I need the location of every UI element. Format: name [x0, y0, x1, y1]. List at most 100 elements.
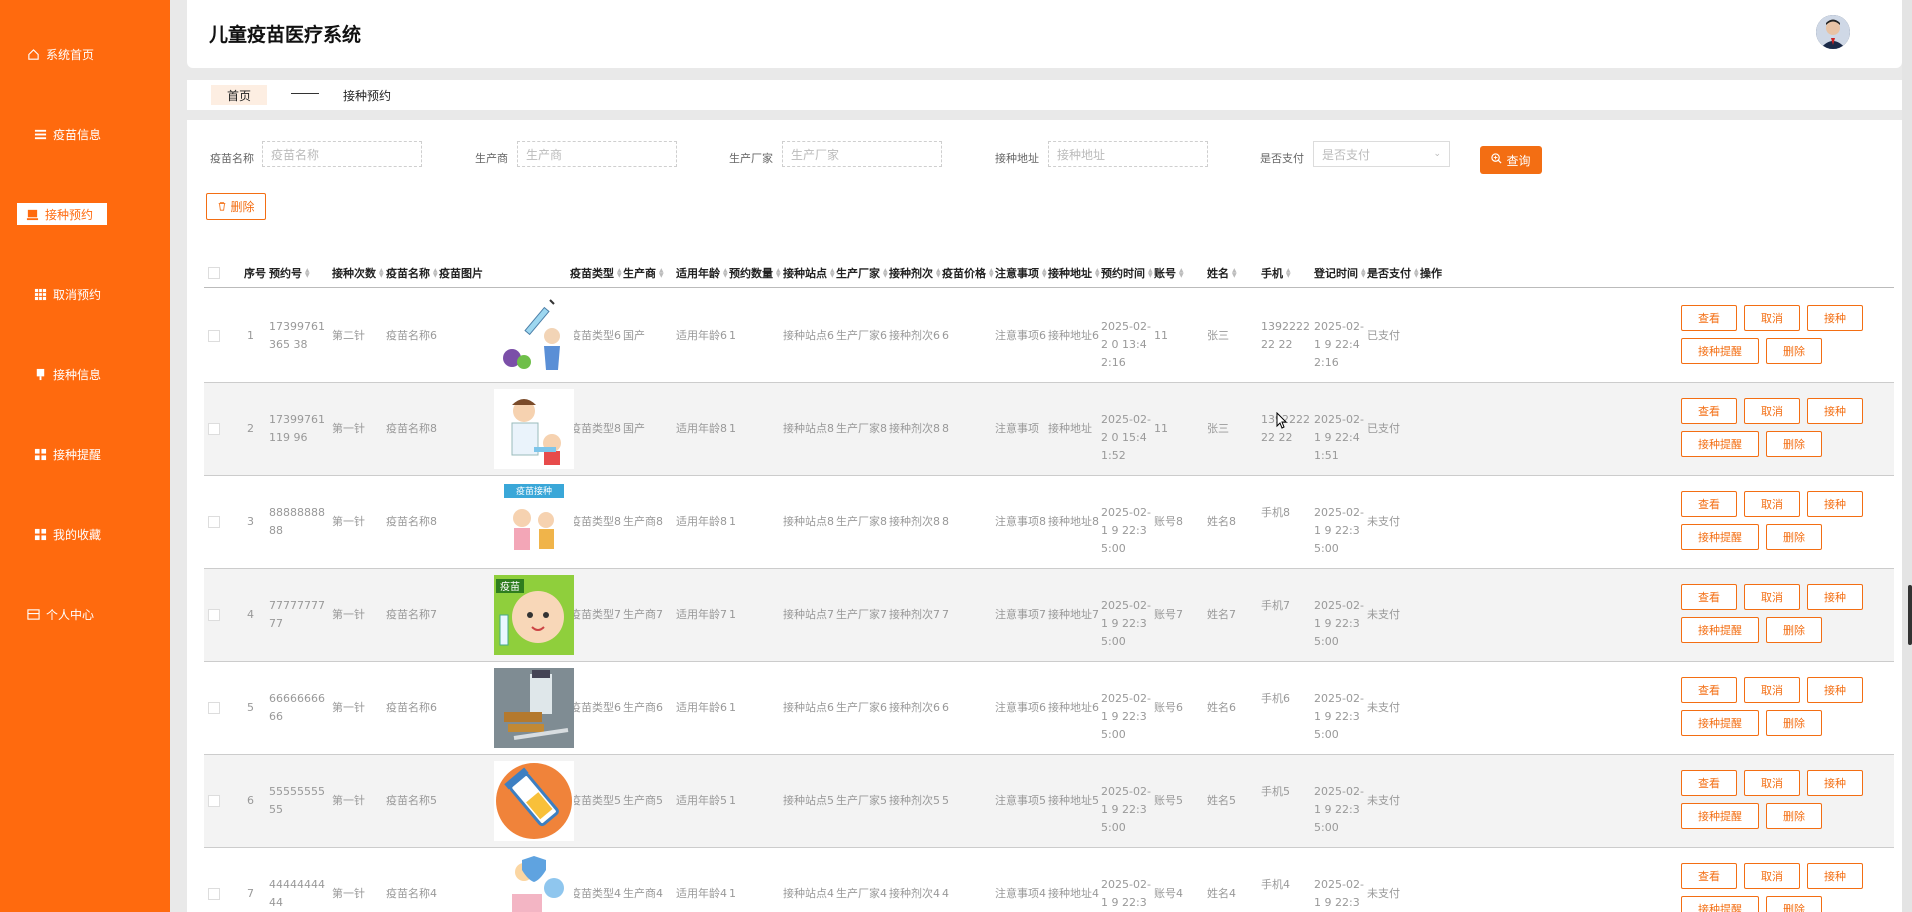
sort-caret-icon[interactable]: ▲ ▼ — [379, 268, 384, 279]
sort-caret-icon[interactable]: ▲ ▼ — [1042, 268, 1047, 279]
batch-delete-button[interactable]: 删除 — [206, 193, 266, 220]
column-header[interactable]: 登记时间 ▲ ▼ — [1314, 258, 1366, 288]
sidebar-item-favorites[interactable]: 我的收藏 — [0, 519, 170, 549]
page-scrollbar[interactable] — [1902, 0, 1912, 912]
vaccinate-button[interactable]: 接种 — [1807, 491, 1863, 517]
row-checkbox[interactable] — [208, 423, 220, 435]
address-input[interactable]: 接种地址 — [1048, 141, 1208, 167]
view-button[interactable]: 查看 — [1681, 398, 1737, 424]
manufacturer-input[interactable]: 生产商 — [517, 141, 677, 167]
scrollbar-thumb[interactable] — [1908, 585, 1912, 645]
vaccinate-button[interactable]: 接种 — [1807, 584, 1863, 610]
vaccinate-button[interactable]: 接种 — [1807, 398, 1863, 424]
vaccinate-button[interactable]: 接种 — [1807, 305, 1863, 331]
sort-caret-icon[interactable]: ▲ ▼ — [1232, 268, 1237, 279]
column-header[interactable]: 疫苗名称 ▲ ▼ — [386, 258, 438, 288]
column-header[interactable]: 接种剂次 ▲ ▼ — [889, 258, 941, 288]
sort-caret-icon[interactable]: ▲ ▼ — [659, 268, 664, 279]
sort-caret-icon[interactable]: ▲ ▼ — [1179, 268, 1184, 279]
row-checkbox[interactable] — [208, 330, 220, 342]
column-header[interactable]: 接种站点 ▲ ▼ — [783, 258, 835, 288]
remind-button[interactable]: 接种提醒 — [1681, 338, 1759, 364]
sidebar-item-cancel-appointment[interactable]: 取消预约 — [0, 279, 170, 309]
column-header[interactable]: 手机 ▲ ▼ — [1261, 258, 1291, 288]
sort-caret-icon[interactable]: ▲ ▼ — [1286, 268, 1291, 279]
sort-caret-icon[interactable]: ▲ ▼ — [617, 268, 622, 279]
view-button[interactable]: 查看 — [1681, 770, 1737, 796]
column-header[interactable]: 疫苗类型 ▲ ▼ — [570, 258, 622, 288]
sidebar-item-reminder[interactable]: 接种提醒 — [0, 439, 170, 469]
sort-caret-icon[interactable]: ▲ ▼ — [1095, 268, 1100, 279]
cancel-button[interactable]: 取消 — [1744, 305, 1800, 331]
column-header[interactable]: 适用年龄 ▲ ▼ — [676, 258, 728, 288]
sort-caret-icon[interactable]: ▲ ▼ — [830, 268, 835, 279]
view-button[interactable]: 查看 — [1681, 305, 1737, 331]
vaccinate-button[interactable]: 接种 — [1807, 863, 1863, 889]
delete-button[interactable]: 删除 — [1766, 338, 1822, 364]
delete-button[interactable]: 删除 — [1766, 896, 1822, 912]
sort-caret-icon[interactable]: ▲ ▼ — [1361, 268, 1366, 279]
delete-button[interactable]: 删除 — [1766, 524, 1822, 550]
vaccinate-button[interactable]: 接种 — [1807, 677, 1863, 703]
sidebar-item-appointment[interactable]: 接种预约 — [0, 199, 170, 229]
row-checkbox[interactable] — [208, 516, 220, 528]
avatar[interactable] — [1816, 15, 1850, 49]
cancel-button[interactable]: 取消 — [1744, 584, 1800, 610]
column-header[interactable]: 姓名 ▲ ▼ — [1207, 258, 1237, 288]
column-header[interactable]: 生产商 ▲ ▼ — [623, 258, 664, 288]
cancel-button[interactable]: 取消 — [1744, 770, 1800, 796]
column-header[interactable]: 接种地址 ▲ ▼ — [1048, 258, 1100, 288]
remind-button[interactable]: 接种提醒 — [1681, 803, 1759, 829]
column-header[interactable]: 疫苗价格 ▲ ▼ — [942, 258, 994, 288]
sort-caret-icon[interactable]: ▲ ▼ — [305, 268, 310, 279]
paid-select[interactable]: 是否支付 ⌄ — [1313, 141, 1450, 167]
cancel-button[interactable]: 取消 — [1744, 677, 1800, 703]
delete-button[interactable]: 删除 — [1766, 617, 1822, 643]
view-button[interactable]: 查看 — [1681, 677, 1737, 703]
vaccinate-button[interactable]: 接种 — [1807, 770, 1863, 796]
row-checkbox[interactable] — [208, 795, 220, 807]
cancel-button[interactable]: 取消 — [1744, 863, 1800, 889]
sidebar-item-vaccination-info[interactable]: 接种信息 — [0, 359, 170, 389]
cancel-button[interactable]: 取消 — [1744, 491, 1800, 517]
row-checkbox[interactable] — [208, 888, 220, 900]
column-header[interactable]: 注意事项 ▲ ▼ — [995, 258, 1047, 288]
column-header[interactable]: 接种次数 ▲ ▼ — [332, 258, 384, 288]
query-button[interactable]: 查询 — [1480, 146, 1542, 174]
sidebar-item-profile[interactable]: 个人中心 — [0, 599, 170, 629]
row-checkbox[interactable] — [208, 702, 220, 714]
sort-caret-icon[interactable]: ▲ ▼ — [776, 268, 781, 279]
remind-button[interactable]: 接种提醒 — [1681, 710, 1759, 736]
delete-button[interactable]: 删除 — [1766, 710, 1822, 736]
factory-input[interactable]: 生产厂家 — [782, 141, 942, 167]
sort-caret-icon[interactable]: ▲ ▼ — [883, 268, 888, 279]
sidebar-item-vaccine-info[interactable]: 疫苗信息 — [0, 119, 170, 149]
delete-button[interactable]: 删除 — [1766, 803, 1822, 829]
sort-caret-icon[interactable]: ▲ ▼ — [989, 268, 994, 279]
sidebar-item-home[interactable]: 系统首页 — [0, 39, 170, 69]
cancel-button[interactable]: 取消 — [1744, 398, 1800, 424]
remind-button[interactable]: 接种提醒 — [1681, 617, 1759, 643]
sort-caret-icon[interactable]: ▲ ▼ — [433, 268, 438, 279]
column-header[interactable]: 是否支付 ▲ ▼ — [1367, 258, 1419, 288]
view-button[interactable]: 查看 — [1681, 491, 1737, 517]
sort-caret-icon[interactable]: ▲ ▼ — [936, 268, 941, 279]
sort-caret-icon[interactable]: ▲ ▼ — [1148, 268, 1153, 279]
remind-button[interactable]: 接种提醒 — [1681, 524, 1759, 550]
column-header[interactable]: 预约号 ▲ ▼ — [269, 258, 310, 288]
row-checkbox[interactable] — [208, 609, 220, 621]
view-button[interactable]: 查看 — [1681, 863, 1737, 889]
breadcrumb-home[interactable]: 首页 — [211, 85, 267, 105]
select-all-checkbox[interactable] — [208, 258, 220, 288]
sort-caret-icon[interactable]: ▲ ▼ — [723, 268, 728, 279]
delete-button[interactable]: 删除 — [1766, 431, 1822, 457]
column-header[interactable]: 预约时间 ▲ ▼ — [1101, 258, 1153, 288]
view-button[interactable]: 查看 — [1681, 584, 1737, 610]
column-header[interactable]: 生产厂家 ▲ ▼ — [836, 258, 888, 288]
column-header[interactable]: 预约数量 ▲ ▼ — [729, 258, 781, 288]
remind-button[interactable]: 接种提醒 — [1681, 431, 1759, 457]
vaccine-name-input[interactable]: 疫苗名称 — [262, 141, 422, 167]
column-header[interactable]: 账号 ▲ ▼ — [1154, 258, 1184, 288]
remind-button[interactable]: 接种提醒 — [1681, 896, 1759, 912]
sort-caret-icon[interactable]: ▲ ▼ — [1414, 268, 1419, 279]
